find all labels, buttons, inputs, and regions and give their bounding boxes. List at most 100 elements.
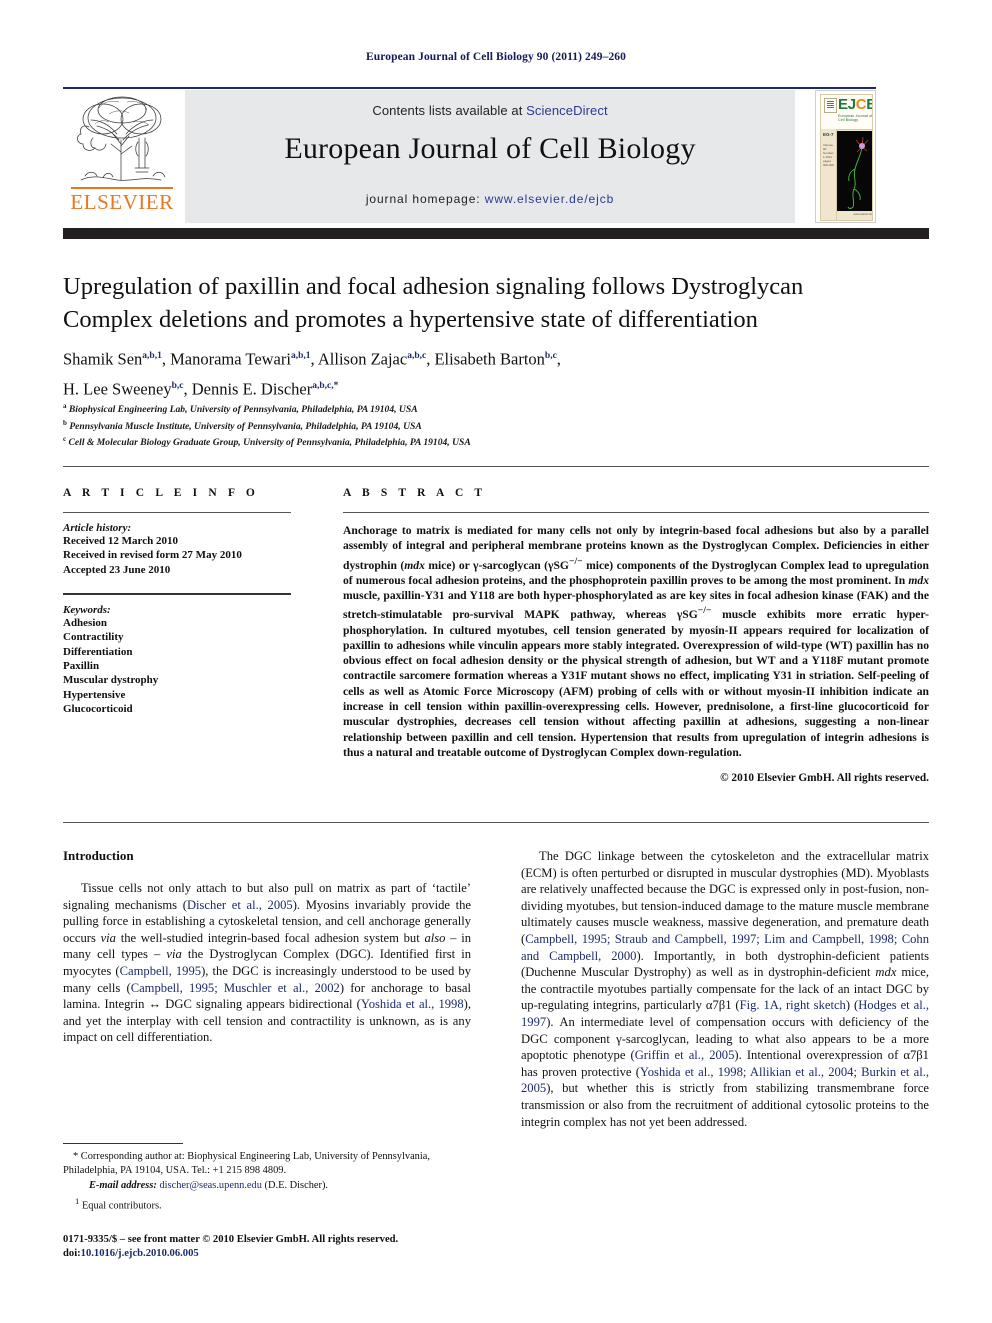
keyword-item: Hypertensive [63,688,126,701]
intro-paragraph-1: Tissue cells not only attach to but also… [63,881,471,1045]
banner-top-rule [63,87,876,89]
author-affil-marks: a,b,c,* [312,380,339,391]
author-name[interactable]: Allison Zajac [318,350,407,369]
affiliation-item: a Biophysical Engineering Lab, Universit… [63,400,763,417]
footnote-corresponding-text: Corresponding author at: Biophysical Eng… [63,1151,430,1176]
citation-link[interactable]: Campbell, 1995; Straub and Campbell, 199… [521,932,929,963]
affiliation-mark: a [63,402,67,410]
footnote-equal-contributors: 1 Equal contributors. [63,1194,471,1213]
citation-link[interactable]: Griffin et al., 2005 [635,1048,735,1062]
citation-link[interactable]: Discher et al., 2005 [187,898,293,912]
affiliation-mark: b [63,418,67,427]
elsevier-logo: ELSEVIER [63,90,181,223]
neuron-illustration-icon [837,131,872,211]
article-history-label: Article history: [63,522,132,534]
journal-banner: ELSEVIER Contents lists available at Sci… [63,90,876,223]
intro-paragraph-2: The DGC linkage between the cytoskeleton… [521,849,930,1129]
body-column-left: Introduction Tissue cells not only attac… [63,848,471,1046]
email-label: E-mail address: [89,1180,157,1191]
abstract-column: A B S T R A C T Anchorage to matrix is m… [343,487,929,784]
affiliation-list: a Biophysical Engineering Lab, Universit… [63,400,763,450]
header-dark-bar [63,228,929,239]
cover-volume-label: EG-7 [823,132,834,137]
abstract-rule [343,512,929,513]
cover-elsevier-mark-icon [824,98,837,113]
article-history-item: Accepted 23 June 2010 [63,563,171,576]
keywords-label: Keywords: [63,603,111,616]
abstract-text: Anchorage to matrix is mediated for many… [343,524,929,759]
imprint-front-matter: 0171-9335/$ – see front matter © 2010 El… [63,1234,399,1245]
keyword-item: Differentiation [63,645,133,658]
affiliation-text: Biophysical Engineering Lab, University … [68,404,418,416]
keyword-item: Adhesion [63,616,108,629]
section-heading-introduction: Introduction [63,848,134,863]
author-affil-marks: a,b,1 [142,351,162,361]
author-affil-marks: a,b,1 [290,351,311,361]
article-history-item: Received in revised form 27 May 2010 [63,549,242,562]
citation-link[interactable]: Yoshida et al., 1998 [361,997,464,1011]
citation-link[interactable]: Campbell, 1995; Muschler et al., 2002 [131,981,340,995]
keyword-item: Glucocorticoid [63,703,133,716]
journal-homepage-line: journal homepage: www.elsevier.de/ejcb [185,192,795,206]
cover-caption: www.elsevier.de [853,213,872,216]
elsevier-rule [71,187,173,189]
banner-center: Contents lists available at ScienceDirec… [185,90,795,223]
keywords-rule [63,593,291,595]
abstract-heading: A B S T R A C T [343,487,487,499]
citation-link[interactable]: Campbell, 1995 [120,964,201,978]
cover-logo-b: B [866,96,872,113]
author-name[interactable]: Elisabeth Barton [434,350,544,369]
affiliation-text: Pennsylvania Muscle Institute, Universit… [69,420,422,432]
article-history-item: Received 12 March 2010 [63,535,178,547]
email-suffix: (D.E. Discher). [264,1180,329,1191]
elsevier-wordmark: ELSEVIER [70,190,174,214]
affiliation-item: b Pennsylvania Muscle Institute, Univers… [63,417,763,434]
footnote-block: * Corresponding author at: Biophysical E… [63,1150,471,1214]
email-link[interactable]: discher@seas.upenn.edu [159,1180,261,1191]
footnote-mark: 1 [75,1196,80,1206]
author-list: Shamik Sena,b,1, Manorama Tewaria,b,1, A… [63,349,561,399]
info-block-top-rule [63,466,929,467]
citation-link[interactable]: Fig. 1A, right sketch [740,998,846,1012]
cover-subtitle: European Journal of Cell Biology [838,114,873,122]
keyword-item: Muscular dystrophy [63,674,159,687]
contents-available-line: Contents lists available at ScienceDirec… [185,103,795,118]
journal-title: European Journal of Cell Biology [284,132,696,165]
imprint-block: 0171-9335/$ – see front matter © 2010 El… [63,1233,563,1261]
body-column-right: The DGC linkage between the cytoskeleton… [521,848,929,1130]
citation-link[interactable]: Hodges et al., 1997 [521,998,929,1029]
author-affil-marks: b,c [544,351,557,361]
affiliation-mark: c [63,435,67,444]
elsevier-tree-icon [77,96,166,181]
cover-inner: EJCB European Journal of Cell Biology EG… [820,94,873,221]
affiliation-item: c Cell & Molecular Biology Graduate Grou… [63,433,763,450]
author-name[interactable]: H. Lee Sweeney [63,379,172,398]
doi-link[interactable]: 10.1016/j.ejcb.2010.06.005 [81,1248,199,1259]
contents-prefix: Contents lists available at [372,103,527,118]
footnote-rule [63,1143,183,1144]
abstract-copyright: © 2010 Elsevier GmbH. All rights reserve… [720,772,929,785]
footnote-equal-text: Equal contributors. [81,1200,162,1212]
cover-meta: Volume 90 Number 1 2011 pages 000-000 [823,143,835,167]
cover-logo: EJCB [838,96,872,113]
page-title: Upregulation of paxillin and focal adhes… [63,273,804,333]
author-name[interactable]: Dennis E. Discher [192,379,313,398]
cover-logo-ej: EJ [838,96,856,113]
journal-homepage-link[interactable]: www.elsevier.de/ejcb [485,192,614,206]
article-info-heading: A R T I C L E I N F O [63,487,259,499]
article-first-page: European Journal of Cell Biology 90 (201… [0,0,992,1323]
author-affil-marks: a,b,c [407,351,427,361]
author-name[interactable]: Manorama Tewari [170,350,291,369]
footnote-email: E-mail address: discher@seas.upenn.edu (… [63,1179,471,1193]
homepage-prefix: journal homepage: [365,192,485,206]
cover-image [837,131,872,211]
author-affil-marks: b,c [171,380,184,391]
article-info-rule [63,512,291,513]
author-name[interactable]: Shamik Sen [63,350,142,369]
sciencedirect-link[interactable]: ScienceDirect [526,103,608,118]
keyword-item: Contractility [63,631,124,644]
journal-cover-thumbnail[interactable]: EJCB European Journal of Cell Biology EG… [815,90,876,223]
keyword-item: Paxillin [63,660,100,673]
citation-link[interactable]: Yoshida et al., 1998; Allikian et al., 2… [521,1065,929,1096]
running-head: European Journal of Cell Biology 90 (201… [365,51,627,63]
